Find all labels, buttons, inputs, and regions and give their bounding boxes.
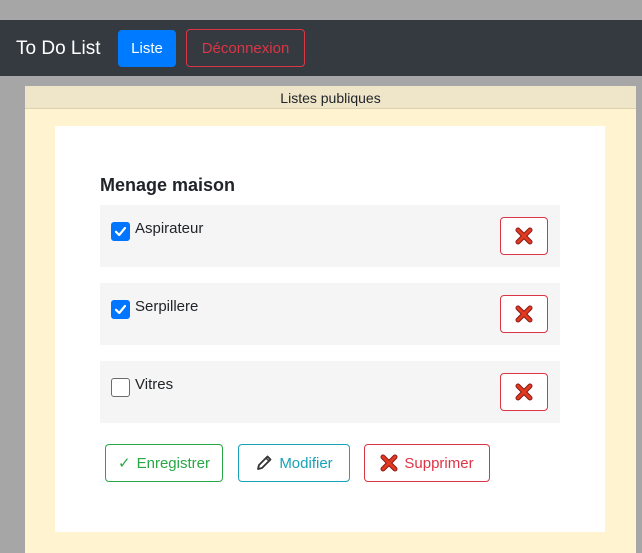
- delete-item-button[interactable]: [500, 373, 548, 411]
- logout-button[interactable]: Déconnexion: [186, 29, 305, 67]
- edit-button[interactable]: Modifier: [238, 444, 350, 482]
- delete-label: Supprimer: [404, 454, 474, 472]
- item-label: Serpillere: [135, 298, 199, 315]
- navbar: To Do List Liste Déconnexion: [0, 20, 642, 76]
- delete-list-button[interactable]: Supprimer: [364, 444, 490, 482]
- list-item: Vitres: [100, 361, 560, 423]
- delete-item-button[interactable]: [500, 217, 548, 255]
- liste-button[interactable]: Liste: [118, 30, 176, 67]
- item-checkbox[interactable]: [111, 300, 130, 319]
- item-checkbox[interactable]: [111, 378, 130, 397]
- app-brand[interactable]: To Do List: [16, 37, 100, 61]
- red-x-icon: [515, 383, 533, 401]
- save-button[interactable]: ✓ Enregistrer: [105, 444, 223, 482]
- pencil-icon: [255, 454, 273, 472]
- list-item: Aspirateur: [100, 205, 560, 267]
- list-title: Menage maison: [100, 175, 236, 195]
- red-x-icon: [380, 454, 398, 472]
- red-x-icon: [515, 305, 533, 323]
- list-item: Serpillere: [100, 283, 560, 345]
- save-label: Enregistrer: [136, 454, 210, 472]
- public-lists-panel: Listes publiques Menage maison Aspirateu…: [25, 86, 636, 553]
- red-x-icon: [515, 227, 533, 245]
- check-icon: ✓: [118, 455, 131, 472]
- delete-item-button[interactable]: [500, 295, 548, 333]
- edit-label: Modifier: [279, 454, 333, 472]
- item-checkbox[interactable]: [111, 222, 130, 241]
- panel-header: Listes publiques: [25, 86, 636, 109]
- list-card: Menage maison Aspirateur Serpillere Vitr…: [55, 126, 605, 532]
- item-label: Aspirateur: [135, 220, 204, 237]
- item-label: Vitres: [135, 376, 174, 393]
